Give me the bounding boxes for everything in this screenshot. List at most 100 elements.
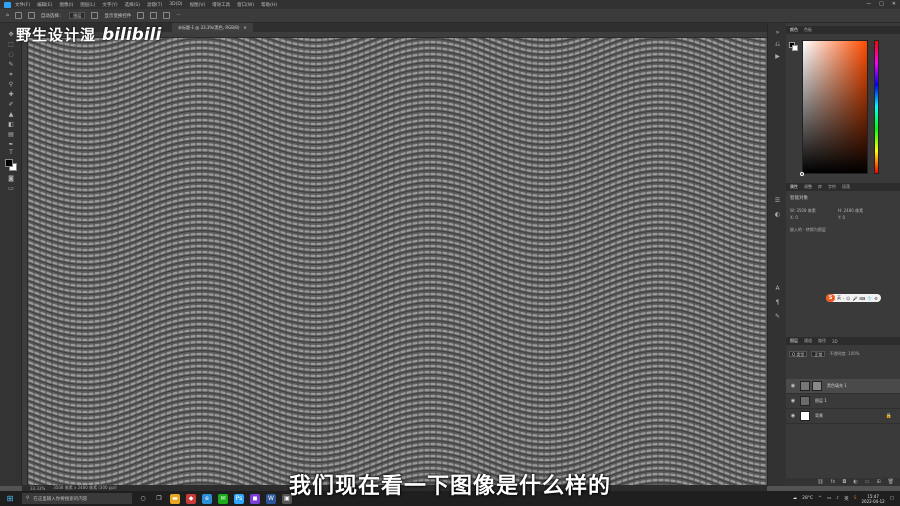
- menu-edit[interactable]: 编辑(E): [37, 2, 52, 8]
- tab-character[interactable]: 字符: [828, 184, 836, 190]
- show-transform-checkbox[interactable]: [91, 12, 99, 19]
- tab-swatches[interactable]: 色板: [804, 27, 812, 33]
- video-subtitle: 我们现在看一下图像是什么样的: [288, 474, 611, 499]
- close-icon[interactable]: ✕: [892, 1, 896, 7]
- move-tool-icon[interactable]: [14, 12, 22, 19]
- tab-paths[interactable]: 路径: [818, 338, 826, 344]
- more-options-icon[interactable]: ···: [176, 13, 180, 18]
- tools-panel: ✥ ⬚ ◌ ✎ ⌗ ⚲ ✚ ✐ ▲ ◧ ▤ ✒ T ◙ ▭: [0, 23, 22, 486]
- layer-row[interactable]: ◉ 背景 🔒: [786, 409, 900, 424]
- prop-height[interactable]: H: 2480 像素: [838, 208, 863, 214]
- menu-filter[interactable]: 滤镜(T): [147, 2, 162, 8]
- prop-x[interactable]: X: 0: [790, 215, 798, 220]
- minimize-icon[interactable]: —: [866, 1, 871, 7]
- actions-panel-icon[interactable]: ▶: [774, 53, 781, 60]
- tab-3d[interactable]: 3D: [832, 339, 838, 344]
- document-tab[interactable]: 未标题-1 @ 33.3%(黑色, RGB/8) ✕: [172, 23, 253, 32]
- healing-brush-tool-icon[interactable]: ✚: [7, 91, 15, 98]
- document-canvas[interactable]: [28, 38, 767, 485]
- maximize-icon[interactable]: □: [879, 1, 884, 7]
- eyedropper-tool-icon[interactable]: ⚲: [7, 81, 15, 88]
- tab-close-icon[interactable]: ✕: [243, 25, 246, 30]
- properties-panel-icon[interactable]: ☰: [774, 197, 781, 204]
- sogou-logo-icon[interactable]: S: [826, 294, 835, 302]
- crop-tool-icon[interactable]: ⌗: [7, 71, 15, 78]
- eraser-tool-icon[interactable]: ◧: [7, 121, 15, 128]
- menu-layer[interactable]: 图层(L): [80, 2, 95, 8]
- tab-adjustments[interactable]: 调整: [804, 184, 812, 190]
- channel-watermark: 野生设计湿 bilibili: [16, 24, 161, 45]
- ime-settings-icon[interactable]: ⚙: [874, 296, 878, 301]
- type-tool-icon[interactable]: T: [7, 149, 15, 156]
- layer-row[interactable]: ◉ 图层 1: [786, 394, 900, 409]
- collapse-panels-icon[interactable]: »: [774, 29, 781, 36]
- home-icon[interactable]: ⌂: [6, 13, 9, 18]
- eye-icon[interactable]: ◉: [789, 413, 797, 419]
- quick-mask-icon[interactable]: ◙: [7, 175, 15, 182]
- blend-mode-dropdown[interactable]: 正常: [811, 351, 826, 357]
- prop-y[interactable]: Y: 0: [838, 215, 845, 220]
- marquee-tool-icon[interactable]: ⬚: [7, 41, 15, 48]
- menu-type[interactable]: 文字(Y): [102, 2, 117, 8]
- layer-thumbnail: [800, 396, 810, 406]
- lasso-tool-icon[interactable]: ◌: [7, 51, 15, 58]
- align-center-icon[interactable]: [150, 12, 158, 19]
- hue-slider[interactable]: [874, 40, 879, 174]
- history-panel-icon[interactable]: ⎌: [774, 41, 781, 48]
- ime-punct-icon[interactable]: ·: [843, 296, 844, 301]
- bilibili-logo: bilibili: [102, 24, 162, 45]
- menu-view[interactable]: 视图(V): [190, 2, 206, 8]
- ime-voice-icon[interactable]: 🎤: [852, 296, 857, 301]
- pen-tool-icon[interactable]: ✒: [7, 141, 15, 148]
- color-picker-field[interactable]: [802, 40, 868, 174]
- layer-name: 背景: [815, 413, 823, 418]
- eye-icon[interactable]: ◉: [789, 398, 797, 404]
- ime-skin-icon[interactable]: 👕: [867, 296, 872, 301]
- brush-tool-icon[interactable]: ✐: [7, 101, 15, 108]
- lock-icon: 🔒: [885, 413, 892, 419]
- menu-help[interactable]: 帮助(H): [261, 2, 277, 8]
- align-right-icon[interactable]: [163, 12, 171, 19]
- align-left-icon[interactable]: [137, 12, 145, 19]
- show-transform-label: 显示变换控件: [104, 13, 132, 19]
- menu-file[interactable]: 文件(F): [15, 2, 30, 8]
- menu-window[interactable]: 窗口(W): [237, 2, 254, 8]
- character-panel-icon[interactable]: A: [774, 285, 781, 292]
- tab-color[interactable]: 颜色: [790, 27, 798, 33]
- foreground-color-swatch[interactable]: [5, 159, 13, 167]
- layer-name: 黑色填充 1: [827, 383, 847, 388]
- tab-channels[interactable]: 通道: [804, 338, 812, 344]
- ime-emoji-icon[interactable]: ☺: [846, 296, 850, 301]
- layer-thumbnail: [800, 411, 810, 421]
- auto-select-target-dropdown[interactable]: 图层: [69, 12, 86, 19]
- screen-mode-icon[interactable]: ▭: [7, 185, 15, 192]
- quick-select-tool-icon[interactable]: ✎: [7, 61, 15, 68]
- menu-select[interactable]: 选择(S): [125, 2, 140, 8]
- auto-select-checkbox[interactable]: [27, 12, 35, 19]
- stamp-tool-icon[interactable]: ▲: [7, 111, 15, 118]
- menu-3d[interactable]: 3D(D): [169, 2, 182, 7]
- layer-name: 图层 1: [815, 398, 827, 403]
- layer-row[interactable]: ◉ 黑色填充 1: [786, 379, 900, 394]
- ime-keyboard-icon[interactable]: ⌨: [859, 296, 865, 301]
- ime-lang-toggle[interactable]: 英: [837, 295, 841, 301]
- tab-libraries[interactable]: 库: [818, 184, 822, 190]
- brush-settings-icon[interactable]: ✎: [774, 313, 781, 320]
- menu-image[interactable]: 图像(I): [59, 2, 73, 8]
- adjustments-panel-icon[interactable]: ◐: [774, 211, 781, 218]
- auto-select-label: 自动选择：: [40, 13, 64, 19]
- tab-layers[interactable]: 图层: [790, 338, 798, 344]
- tab-properties[interactable]: 属性: [790, 184, 798, 190]
- color-picker-cursor[interactable]: [800, 172, 804, 176]
- eye-icon[interactable]: ◉: [789, 383, 797, 389]
- layer-kind-filter[interactable]: Q 类型: [789, 351, 808, 357]
- layer-opacity[interactable]: 不透明度: 100%: [829, 351, 859, 357]
- paragraph-panel-icon[interactable]: ¶: [774, 299, 781, 306]
- panel-fg-bg-swatch[interactable]: [789, 42, 798, 51]
- prop-width[interactable]: W: 3508 像素: [790, 208, 816, 214]
- menu-plugins[interactable]: 增效工具: [212, 2, 230, 8]
- tab-paragraph[interactable]: 段落: [842, 184, 850, 190]
- move-tool-icon[interactable]: ✥: [7, 31, 15, 38]
- layer-thumbnail: [800, 381, 810, 391]
- gradient-tool-icon[interactable]: ▤: [7, 131, 15, 138]
